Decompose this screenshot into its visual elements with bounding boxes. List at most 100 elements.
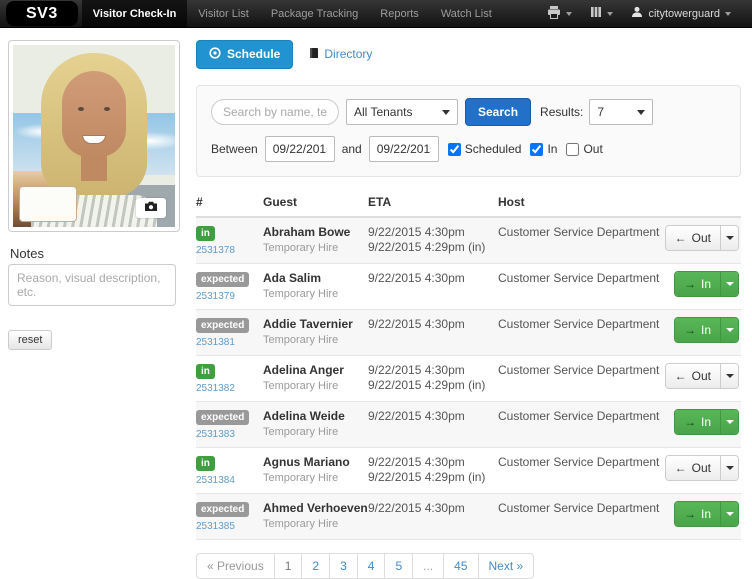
main-content: Schedule Directory All Tenants Search Re… xyxy=(196,39,741,579)
tab-schedule[interactable]: Schedule xyxy=(196,39,294,69)
nav-visitor-list[interactable]: Visitor List xyxy=(187,0,260,27)
caret-down-icon xyxy=(607,11,614,16)
pagination-page-1[interactable]: 1 xyxy=(273,553,303,579)
app-logo[interactable]: SV3 xyxy=(6,1,78,26)
visitor-id-link[interactable]: 2531379 xyxy=(196,291,263,302)
check-out-button[interactable]: ← Out xyxy=(664,363,739,389)
action-dropdown-toggle[interactable] xyxy=(720,272,738,296)
filter-panel: All Tenants Search Results: 7 Between an… xyxy=(196,85,741,177)
visitor-id-link[interactable]: 2531381 xyxy=(196,337,263,348)
clock-icon xyxy=(209,46,221,62)
action-dropdown-toggle[interactable] xyxy=(720,318,738,342)
print-menu[interactable] xyxy=(538,5,581,22)
status-badge: in xyxy=(196,364,215,379)
user-menu[interactable]: citytowerguard xyxy=(622,6,740,21)
search-button[interactable]: Search xyxy=(465,98,532,126)
caret-down-icon xyxy=(725,420,734,424)
eta-scheduled: 9/22/2015 4:30pm xyxy=(368,317,465,331)
action-dropdown-toggle[interactable] xyxy=(720,410,738,434)
filter-row-search: All Tenants Search Results: 7 xyxy=(211,98,726,126)
pagination-page-45[interactable]: 45 xyxy=(443,553,479,579)
pagination-previous[interactable]: « Previous xyxy=(196,553,275,579)
select-caret-icon xyxy=(442,109,450,115)
check-out-button[interactable]: ← Out xyxy=(664,455,739,481)
nav-visitor-check-in[interactable]: Visitor Check-In xyxy=(81,0,188,27)
action-dropdown-toggle[interactable] xyxy=(720,456,738,480)
out-checkbox[interactable]: Out xyxy=(566,142,603,156)
visitor-id-link[interactable]: 2531384 xyxy=(196,475,263,486)
left-arrow-icon: ← xyxy=(674,369,687,383)
nav-package-tracking[interactable]: Package Tracking xyxy=(260,0,369,27)
guest-type: Temporary Hire xyxy=(263,380,339,392)
pagination-page-4[interactable]: 4 xyxy=(356,553,386,579)
table-row: expected 2531385 Ahmed Verhoeven Tempora… xyxy=(196,494,741,540)
guest-type: Temporary Hire xyxy=(263,334,339,346)
visitor-id-link[interactable]: 2531383 xyxy=(196,429,263,440)
date-from-input[interactable] xyxy=(264,136,335,162)
top-navbar: SV3 Visitor Check-In Visitor List Packag… xyxy=(0,0,752,28)
visitor-id-link[interactable]: 2531382 xyxy=(196,383,263,394)
guest-type: Temporary Hire xyxy=(263,242,339,254)
pagination-next[interactable]: Next » xyxy=(477,553,535,579)
camera-button[interactable] xyxy=(136,198,166,218)
status-badge: expected xyxy=(196,318,250,333)
table-row: in 2531382 Adelina Anger Temporary Hire … xyxy=(196,356,741,402)
eta-scheduled: 9/22/2015 4:30pm xyxy=(368,455,465,469)
check-in-button[interactable]: → In xyxy=(673,271,739,297)
guest-name: Adelina Weide xyxy=(263,409,345,423)
tenant-select[interactable]: All Tenants xyxy=(346,99,458,125)
action-dropdown-toggle[interactable] xyxy=(720,226,738,250)
guest-name: Abraham Bowe xyxy=(263,225,351,239)
caret-down-icon xyxy=(725,374,734,378)
table-row: in 2531384 Agnus Mariano Temporary Hire … xyxy=(196,448,741,494)
status-badge: expected xyxy=(196,502,250,517)
guest-type: Temporary Hire xyxy=(263,518,339,530)
in-checkbox[interactable]: In xyxy=(530,142,557,156)
visitor-id-link[interactable]: 2531385 xyxy=(196,521,263,532)
eta-checked-in: 9/22/2015 4:29pm (in) xyxy=(368,240,486,254)
left-arrow-icon: ← xyxy=(674,231,687,245)
col-header-host: Host xyxy=(498,195,525,209)
right-arrow-icon: → xyxy=(683,507,696,521)
action-dropdown-toggle[interactable] xyxy=(720,364,738,388)
pagination-page-3[interactable]: 3 xyxy=(329,553,358,579)
check-in-button[interactable]: → In xyxy=(673,409,739,435)
status-badge: expected xyxy=(196,272,250,287)
columns-menu[interactable] xyxy=(581,6,622,21)
caret-down-icon xyxy=(725,512,734,516)
visitor-id-link[interactable]: 2531378 xyxy=(196,245,263,256)
check-in-button[interactable]: → In xyxy=(673,317,739,343)
check-out-button[interactable]: ← Out xyxy=(664,225,739,251)
eta-scheduled: 9/22/2015 4:30pm xyxy=(368,271,465,285)
date-to-input[interactable] xyxy=(368,136,439,162)
right-arrow-icon: → xyxy=(683,415,696,429)
tab-directory[interactable]: Directory xyxy=(309,47,372,62)
guest-type: Temporary Hire xyxy=(263,288,339,300)
host-name: Customer Service Department xyxy=(498,455,660,469)
pagination-page-5[interactable]: 5 xyxy=(384,553,414,579)
table-row: in 2531378 Abraham Bowe Temporary Hire 9… xyxy=(196,218,741,264)
notes-input[interactable] xyxy=(8,264,176,306)
table-row: expected 2531383 Adelina Weide Temporary… xyxy=(196,402,741,448)
eta-scheduled: 9/22/2015 4:30pm xyxy=(368,409,465,423)
search-input[interactable] xyxy=(211,99,339,125)
nav-watch-list[interactable]: Watch List xyxy=(430,0,503,27)
host-name: Customer Service Department xyxy=(498,363,660,377)
action-dropdown-toggle[interactable] xyxy=(720,502,738,526)
status-badge: in xyxy=(196,226,215,241)
status-badge: expected xyxy=(196,410,250,425)
nav-reports[interactable]: Reports xyxy=(369,0,430,27)
host-name: Customer Service Department xyxy=(498,317,660,331)
host-name: Customer Service Department xyxy=(498,409,660,423)
navbar-right: citytowerguard xyxy=(538,0,752,27)
guest-type: Temporary Hire xyxy=(263,472,339,484)
guest-name: Ahmed Verhoeven xyxy=(263,501,368,515)
scheduled-checkbox[interactable]: Scheduled xyxy=(447,142,521,156)
left-arrow-icon: ← xyxy=(674,461,687,475)
pagination-page-2[interactable]: 2 xyxy=(301,553,331,579)
eta-scheduled: 9/22/2015 4:30pm xyxy=(368,501,465,515)
reset-button[interactable]: reset xyxy=(8,330,53,350)
guest-name: Addie Tavernier xyxy=(263,317,353,331)
check-in-button[interactable]: → In xyxy=(673,501,739,527)
results-count-select[interactable]: 7 xyxy=(589,99,654,125)
